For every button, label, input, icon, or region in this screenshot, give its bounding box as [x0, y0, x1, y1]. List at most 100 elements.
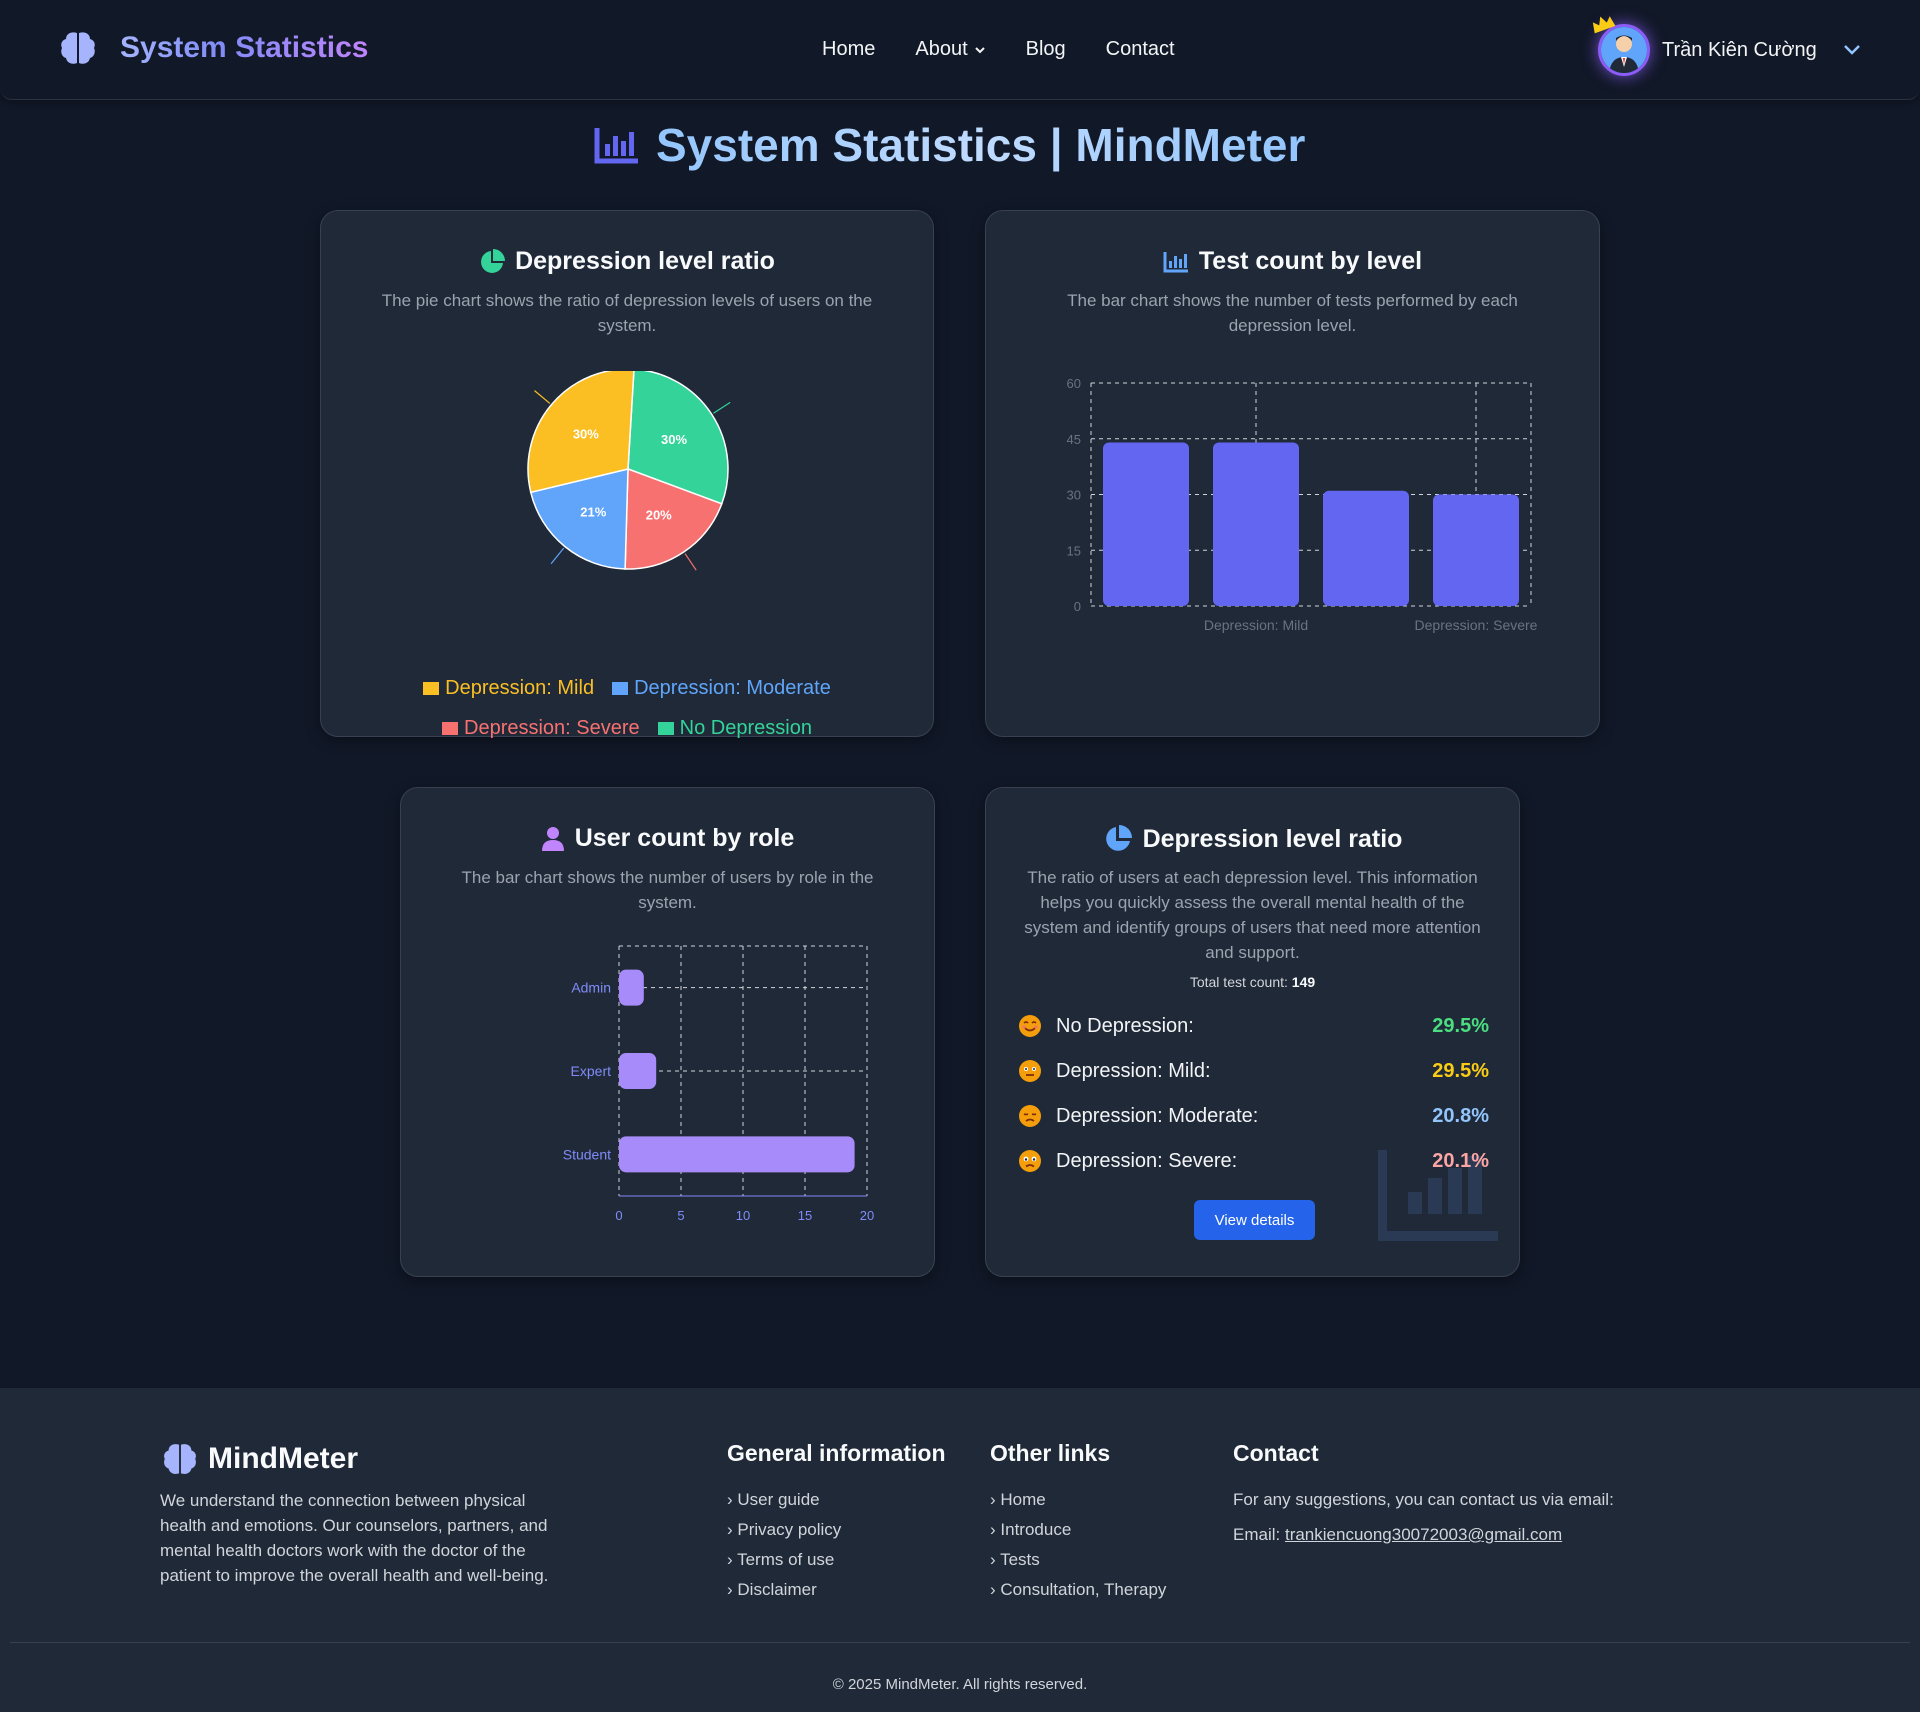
footer-link-introduce[interactable]: Introduce [990, 1515, 1210, 1545]
bar-chart-card: Test count by level The bar chart shows … [985, 210, 1600, 737]
page-title-text: System Statistics | MindMeter [656, 119, 1306, 171]
footer-link-consultation[interactable]: Consultation, Therapy [990, 1575, 1210, 1605]
pie-chart-icon [481, 248, 506, 273]
bar[interactable] [619, 1053, 657, 1089]
x-tick-label: 20 [860, 1208, 874, 1223]
y-tick-label: Admin [571, 980, 611, 996]
role-bar-chart[interactable]: 0 5 10 15 20 Admin Expert Student [401, 938, 936, 1228]
footer-brand-name: MindMeter [208, 1442, 358, 1475]
crown-icon [1592, 16, 1616, 34]
total-test-count: Total test count: 149 [986, 974, 1519, 990]
legend-moderate[interactable]: Depression: Moderate [612, 677, 831, 700]
neutral-face-icon [1019, 1060, 1041, 1082]
footer-link-home[interactable]: Home [990, 1485, 1210, 1515]
bar[interactable] [1103, 442, 1189, 606]
footer-link-disclaimer[interactable]: Disclaimer [727, 1575, 967, 1605]
legend-label: Depression: Severe [464, 717, 640, 739]
brain-icon [61, 32, 95, 64]
bar[interactable] [1323, 490, 1409, 606]
stat-row-none: No Depression: 29.5% [1018, 1011, 1489, 1041]
bar[interactable] [1213, 442, 1299, 606]
legend-none[interactable]: No Depression [657, 717, 812, 740]
pie-leader-line [534, 390, 551, 404]
footer-contact-title: Contact [1233, 1440, 1319, 1466]
brain-icon [164, 1444, 196, 1474]
stat-value: 20.1% [1432, 1149, 1489, 1172]
summary-card: Depression level ratio The ratio of user… [985, 787, 1520, 1277]
footer-about-text: We understand the connection between phy… [160, 1491, 549, 1585]
stat-label: Depression: Mild: [1056, 1059, 1211, 1082]
sad-face-icon [1019, 1105, 1041, 1127]
nav-blog[interactable]: Blog [1026, 38, 1066, 61]
stat-row-moderate: Depression: Moderate: 20.8% [1018, 1101, 1489, 1131]
pie-slice-label: 21% [580, 505, 606, 520]
page-title: System Statistics | MindMeter [594, 118, 1305, 172]
footer-email-label: Email: [1233, 1525, 1281, 1544]
smiling-face-icon [1019, 1015, 1041, 1037]
legend-label: Depression: Moderate [634, 677, 831, 699]
role-chart-card: User count by role The bar chart shows t… [400, 787, 935, 1277]
legend-severe[interactable]: Depression: Severe [442, 717, 640, 740]
brand[interactable]: System Statistics [58, 28, 368, 68]
footer-email-link[interactable]: trankiencuong30072003@gmail.com [1285, 1525, 1562, 1544]
footer-other-title: Other links [990, 1440, 1111, 1466]
nav-about[interactable]: About [915, 38, 985, 61]
footer-divider [10, 1642, 1910, 1643]
pie-chart[interactable]: 30% 20% 21% 30% [321, 371, 935, 631]
legend-swatch [423, 682, 440, 695]
pie-legend-row-2: Depression: Severe No Depression [321, 717, 933, 740]
total-label: Total test count: [1189, 974, 1288, 990]
summary-card-title-text: Depression level ratio [1142, 824, 1403, 853]
legend-swatch [612, 682, 629, 695]
footer-link-terms[interactable]: Terms of use [727, 1545, 967, 1575]
nav-about-label: About [915, 38, 968, 60]
y-tick-label: Student [563, 1146, 611, 1162]
pie-leader-line [684, 553, 697, 571]
nav-links: Home About Blog Contact [822, 38, 1175, 61]
y-tick-label: 60 [1067, 376, 1081, 391]
user-menu[interactable]: Trần Kiên Cường [1592, 16, 1861, 76]
footer-contact-email-row: Email: trankiencuong30072003@gmail.com [1233, 1515, 1673, 1555]
bar[interactable] [619, 1136, 855, 1173]
bar-chart-icon [1163, 251, 1188, 272]
stat-label: Depression: Severe: [1056, 1149, 1238, 1172]
footer-link-privacy[interactable]: Privacy policy [727, 1515, 967, 1545]
legend-mild[interactable]: Depression: Mild [423, 677, 594, 700]
x-tick-label: Depression: Mild [1204, 617, 1308, 633]
y-tick-label: 15 [1067, 543, 1081, 558]
y-tick-label: 30 [1067, 488, 1081, 503]
test-count-bar-chart[interactable]: 0 15 30 45 60 Depression: Mild Depression: Sev… [986, 371, 1601, 651]
view-details-button[interactable]: View details [1194, 1200, 1315, 1240]
chevron-down-icon[interactable] [1843, 44, 1861, 56]
bar[interactable] [1433, 494, 1519, 607]
bar[interactable] [619, 969, 644, 1006]
total-value: 149 [1291, 974, 1316, 990]
distressed-face-icon [1019, 1150, 1041, 1172]
pie-legend-row-1: Depression: Mild Depression: Moderate [321, 677, 933, 700]
bar-card-title: Test count by level [986, 247, 1599, 276]
brand-title: System Statistics [120, 31, 369, 64]
pie-leader-line [713, 401, 731, 414]
nav-home[interactable]: Home [822, 38, 875, 61]
pie-slice-label: 30% [661, 432, 687, 447]
user-icon [541, 826, 564, 851]
y-tick-label: 0 [1074, 599, 1081, 614]
pie-chart-icon [1105, 825, 1132, 851]
nav-contact[interactable]: Contact [1106, 38, 1175, 61]
footer-general: General information User guide Privacy p… [727, 1440, 967, 1605]
footer-brand[interactable]: MindMeter [160, 1440, 570, 1478]
pie-card-title: Depression level ratio [321, 247, 933, 276]
chevron-down-icon [974, 46, 985, 53]
footer-about: MindMeter We understand the connection b… [160, 1440, 570, 1588]
footer: MindMeter We understand the connection b… [0, 1388, 1920, 1712]
footer-general-title: General information [727, 1440, 946, 1466]
x-tick-label: 0 [615, 1208, 622, 1223]
legend-swatch [657, 722, 674, 735]
footer-contact: Contact For any suggestions, you can con… [1233, 1440, 1673, 1555]
stat-row-severe: Depression: Severe: 20.1% [1018, 1146, 1489, 1176]
stat-label: Depression: Moderate: [1056, 1104, 1259, 1127]
legend-label: Depression: Mild [445, 677, 595, 699]
y-tick-label: 45 [1067, 432, 1081, 447]
footer-link-user-guide[interactable]: User guide [727, 1485, 967, 1515]
footer-link-tests[interactable]: Tests [990, 1545, 1210, 1575]
